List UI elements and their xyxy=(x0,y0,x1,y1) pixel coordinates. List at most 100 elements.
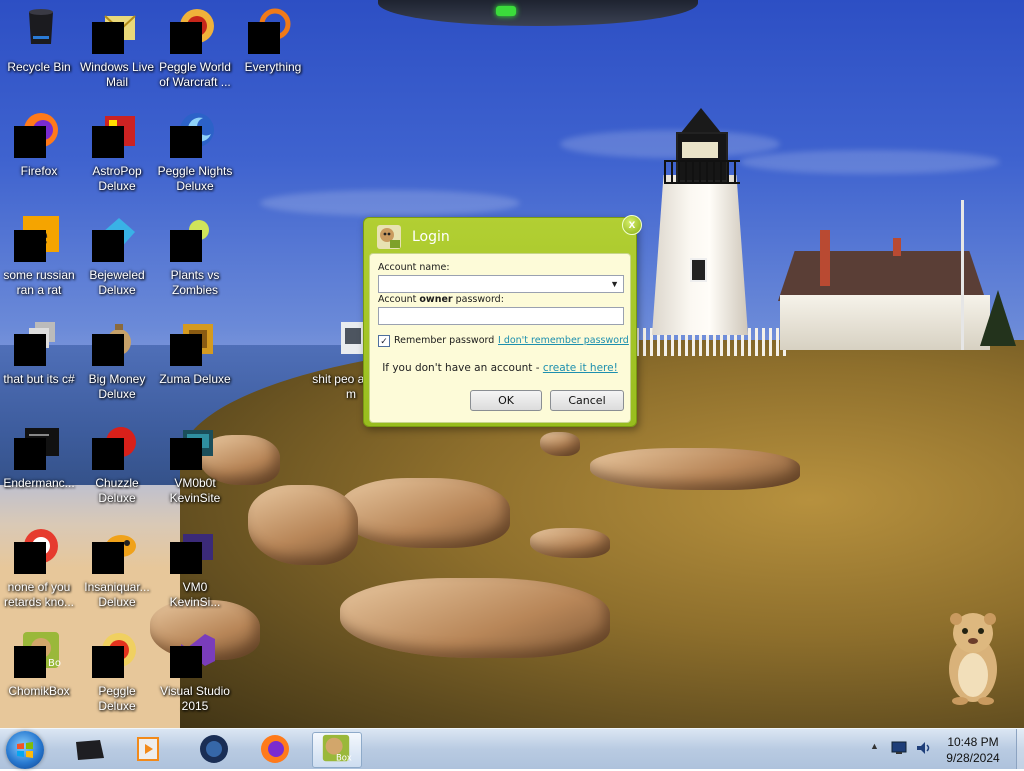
desktop-icon-peggle-deluxe[interactable]: Peggle Deluxe xyxy=(78,628,156,728)
desktop-icon-some-russian[interactable]: e some russian ran a rat xyxy=(0,212,78,312)
windows-logo-icon xyxy=(17,742,33,758)
desktop-icon-insaniquarium[interactable]: Insaniquar... Deluxe xyxy=(78,524,156,624)
dialog-title: Login xyxy=(412,229,450,245)
taskbar-chomikbox[interactable]: Box xyxy=(312,732,362,768)
taskbar-network-globe[interactable] xyxy=(190,732,238,766)
desktop-icon-chuzzle[interactable]: Chuzzle Deluxe xyxy=(78,420,156,520)
start-button[interactable] xyxy=(6,731,44,769)
desktop-icon-peggle-wow[interactable]: Peggle World of Warcraft ... xyxy=(156,4,234,104)
lighthouse-window xyxy=(690,258,707,282)
clock-time: 10:48 PM xyxy=(947,735,999,749)
desktop-icon-everything[interactable]: Everything xyxy=(234,4,312,104)
desktop-icon-none-of-you[interactable]: none of you retards kno... xyxy=(0,524,78,624)
explorer-drive-icon xyxy=(76,740,104,760)
globe-icon xyxy=(200,735,228,763)
icon-label: Endermanc... xyxy=(3,476,75,490)
desktop-icon-chomikbox[interactable]: Box ChomikBox xyxy=(0,628,78,728)
cancel-button[interactable]: Cancel xyxy=(550,390,624,411)
redaction-box xyxy=(14,438,46,470)
wallpaper-rock xyxy=(248,485,358,565)
icon-label: Windows Live Mail xyxy=(79,60,155,89)
icon-label: Everything xyxy=(244,60,302,74)
icon-label: Peggle World of Warcraft ... xyxy=(159,60,231,89)
icon-label: Peggle Deluxe xyxy=(98,684,136,713)
wallpaper-cloud xyxy=(740,150,1000,174)
desktop-icon-recycle-bin[interactable]: Recycle Bin xyxy=(0,4,78,104)
redaction-box xyxy=(92,126,124,158)
dropdown-arrow-icon[interactable]: ▼ xyxy=(610,279,619,289)
desktop-icon-windows-live-mail[interactable]: Windows Live Mail xyxy=(78,4,156,104)
tray-chevron-icon[interactable]: ▲ xyxy=(870,741,886,755)
remember-password-checkbox[interactable]: ✓ xyxy=(378,335,390,347)
redaction-box xyxy=(14,334,46,366)
wallpaper-rock xyxy=(340,478,510,548)
desktop-icon-vm0b0t[interactable]: VM0b0t KevinSite xyxy=(156,420,234,520)
desktop-icon-zuma[interactable]: Zuma Deluxe xyxy=(156,316,234,416)
icon-label: Recycle Bin xyxy=(7,60,71,74)
redaction-box xyxy=(92,646,124,678)
icon-label: VM0b0t KevinSite xyxy=(169,476,221,505)
system-clock[interactable]: 10:48 PM 9/28/2024 xyxy=(930,734,1016,766)
forgot-password-link[interactable]: I don't remember password xyxy=(498,335,629,346)
ok-button[interactable]: OK xyxy=(470,390,542,411)
redaction-box xyxy=(248,22,280,54)
recycle-bin-icon xyxy=(29,9,53,44)
icon-label: ChomikBox xyxy=(8,684,70,698)
close-icon[interactable]: x xyxy=(622,215,642,235)
audio-icon[interactable] xyxy=(915,741,931,755)
svg-text:Box: Box xyxy=(48,658,61,669)
redaction-box xyxy=(92,542,124,574)
icon-label: Plants vs Zombies xyxy=(170,268,220,297)
login-form: Account name: ▼ Account owner password: … xyxy=(369,253,631,423)
wallpaper-cloud xyxy=(560,130,780,158)
firefox-icon xyxy=(261,735,289,763)
desktop-icon-firefox[interactable]: Firefox xyxy=(0,108,78,208)
keeper-house xyxy=(780,295,990,350)
no-account-text: If you don't have an account - xyxy=(382,362,543,374)
icon-label: AstroPop Deluxe xyxy=(92,164,142,193)
account-name-label: Account name: xyxy=(378,262,450,273)
redaction-box xyxy=(170,230,202,262)
icon-label: Chuzzle Deluxe xyxy=(95,476,139,505)
lighthouse-glass xyxy=(682,142,718,158)
desktop-icon-plants-vs-zombies[interactable]: Plants vs Zombies xyxy=(156,212,234,312)
desktop-icon-visual-studio[interactable]: Visual Studio 2015 xyxy=(156,628,234,728)
desktop-icon-big-money[interactable]: Big Money Deluxe xyxy=(78,316,156,416)
hamster-mascot-icon xyxy=(949,613,997,705)
desktop-icon-astropop[interactable]: AstroPop Deluxe xyxy=(78,108,156,208)
taskbar-firefox[interactable] xyxy=(251,732,299,766)
create-account-link[interactable]: create it here! xyxy=(543,362,618,374)
wallpaper-cloud xyxy=(260,190,520,216)
remember-password-label[interactable]: Remember password xyxy=(394,335,494,346)
password-label: Account owner password: xyxy=(378,294,504,305)
wallpaper-rock xyxy=(530,528,610,558)
flag-pole xyxy=(961,200,964,350)
taskbar-media-player[interactable] xyxy=(124,732,172,766)
icon-label: none of you retards kno... xyxy=(3,580,75,609)
clock-date: 9/28/2024 xyxy=(946,751,1000,765)
icon-label: VM0 KevinSi... xyxy=(169,580,221,609)
redaction-box xyxy=(14,646,46,678)
icon-label: that but its c# xyxy=(3,372,75,386)
show-desktop-button[interactable] xyxy=(1016,729,1024,769)
icon-label: Zuma Deluxe xyxy=(159,372,231,386)
network-monitor-icon[interactable] xyxy=(891,741,907,755)
redaction-box xyxy=(92,230,124,262)
redaction-box xyxy=(170,646,202,678)
account-name-dropdown[interactable]: ▼ xyxy=(378,275,624,293)
desktop-icon-bejeweled[interactable]: Bejeweled Deluxe xyxy=(78,212,156,312)
password-field[interactable] xyxy=(378,307,624,325)
desktop-icon-endermanc[interactable]: Endermanc... xyxy=(0,420,78,520)
taskbar-explorer[interactable] xyxy=(66,732,114,766)
icon-label: Firefox xyxy=(20,164,58,178)
redaction-box xyxy=(170,126,202,158)
status-led-icon xyxy=(496,6,516,16)
desktop-icon-peggle-nights[interactable]: Peggle Nights Deluxe xyxy=(156,108,234,208)
desktop-icon-vm0-kevinsite[interactable]: VM0 KevinSi... xyxy=(156,524,234,624)
lighthouse-gallery xyxy=(664,160,740,184)
no-account-line: If you don't have an account - create it… xyxy=(370,362,630,374)
redaction-box xyxy=(14,126,46,158)
chomikbox-icon: Box xyxy=(322,734,352,762)
icon-label: Visual Studio 2015 xyxy=(160,684,230,713)
desktop-icon-that-but-its-c[interactable]: that but its c# xyxy=(0,316,78,416)
